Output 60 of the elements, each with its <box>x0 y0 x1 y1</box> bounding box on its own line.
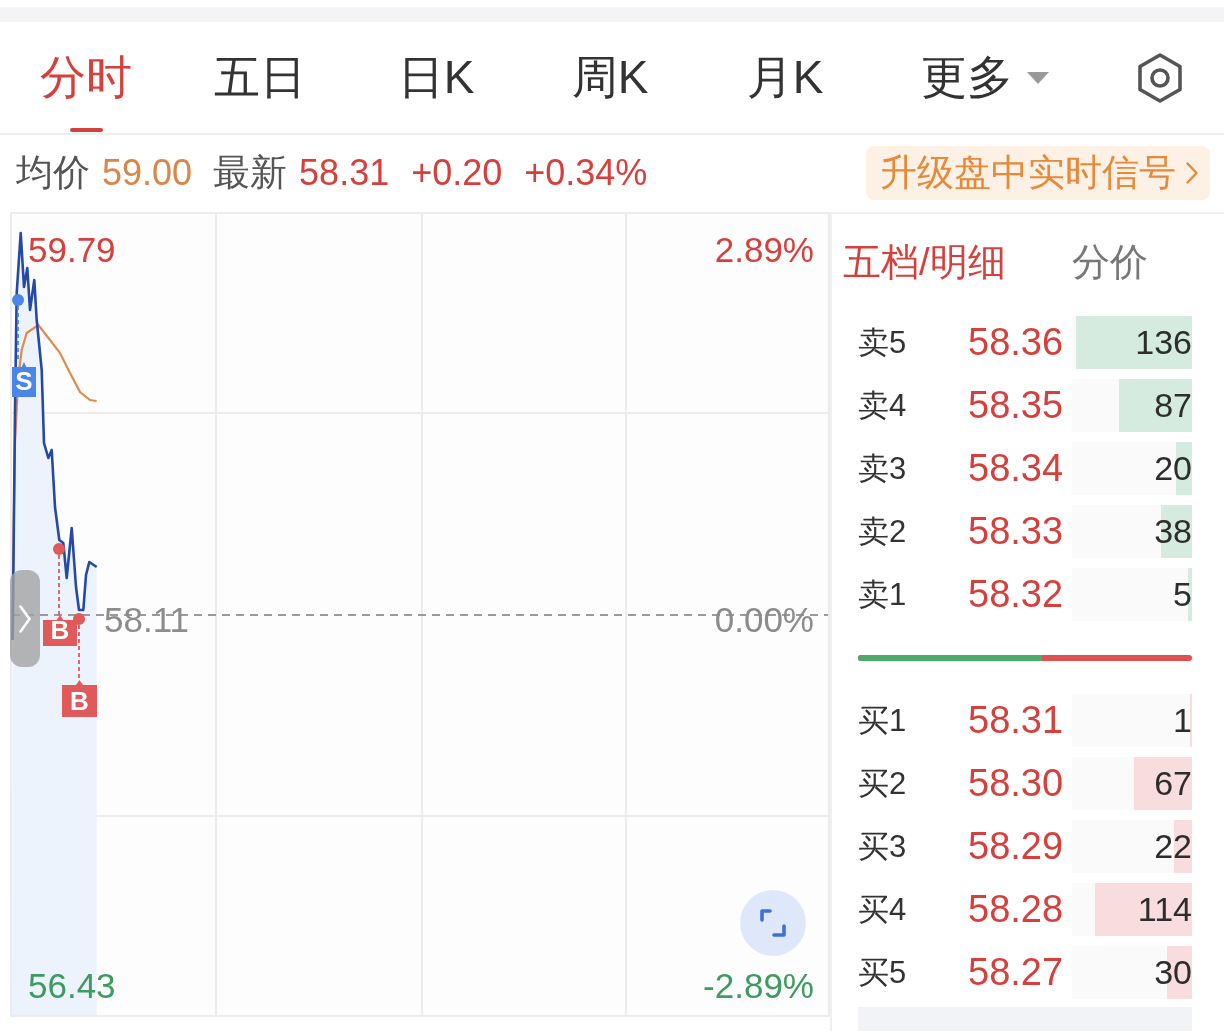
ask-label: 卖3 <box>858 449 908 488</box>
average-price-value: 59.00 <box>102 151 193 194</box>
ask-price: 58.34 <box>968 447 1065 490</box>
period-tab[interactable]: 更多 <box>874 22 1096 133</box>
volume-value: 87 <box>1154 386 1192 425</box>
percent-change: +0.34% <box>524 151 648 194</box>
ask-label: 卖1 <box>858 575 908 614</box>
trade-dot-icon <box>53 543 65 555</box>
ask-price: 58.35 <box>968 384 1065 427</box>
bid-price: 58.27 <box>968 951 1065 994</box>
leader-line <box>78 624 80 681</box>
period-tab[interactable]: 周K <box>524 22 696 133</box>
bid-label: 买3 <box>858 827 908 866</box>
settings-icon[interactable] <box>1136 51 1184 104</box>
chevron-right-icon <box>19 604 31 633</box>
order-book-tab[interactable]: 分价 <box>1071 237 1148 288</box>
price-change: +0.20 <box>411 151 503 194</box>
volume-value: 1 <box>1173 701 1192 740</box>
high-price-label: 59.79 <box>28 232 116 267</box>
chevron-right-icon <box>1186 161 1198 184</box>
ask-price: 58.33 <box>968 510 1065 553</box>
trade-dot-icon <box>12 294 24 306</box>
latest-price-value: 58.31 <box>299 151 390 194</box>
bid-label: 买4 <box>858 890 908 929</box>
bid-price: 58.28 <box>968 888 1065 931</box>
volume-value: 114 <box>1137 890 1192 929</box>
collapse-handle[interactable] <box>10 570 40 667</box>
ask-label: 卖2 <box>858 512 908 551</box>
bid-label: 买5 <box>858 953 908 992</box>
zero-percent-label: 0.00% <box>714 602 814 637</box>
bid-price: 58.30 <box>968 762 1065 805</box>
ask-price: 58.32 <box>968 573 1065 616</box>
bid-price: 58.29 <box>968 825 1065 868</box>
volume-value: 38 <box>1154 512 1192 551</box>
volume-value: 30 <box>1154 953 1192 992</box>
leader-line <box>58 554 60 616</box>
caret-icon <box>1027 71 1049 84</box>
fullscreen-icon <box>760 909 786 937</box>
period-tab[interactable]: 月K <box>696 22 874 133</box>
average-price-label: 均价 <box>16 150 90 195</box>
volume-value: 67 <box>1154 764 1192 803</box>
previous-close-label: 58.11 <box>104 602 189 637</box>
period-tab[interactable]: 分时 <box>0 22 172 133</box>
low-percent-label: -2.89% <box>703 968 814 1003</box>
volume-value: 22 <box>1154 827 1192 866</box>
volume-value: 5 <box>1173 575 1192 614</box>
high-percent-label: 2.89% <box>714 232 814 267</box>
latest-price-label: 最新 <box>213 150 288 195</box>
low-price-label: 56.43 <box>28 968 116 1003</box>
volume-value: 20 <box>1154 449 1192 488</box>
period-tab[interactable]: 五日 <box>172 22 348 133</box>
ask-label: 卖4 <box>858 386 908 425</box>
ask-label: 卖5 <box>858 323 908 362</box>
bid-label: 买2 <box>858 764 908 803</box>
bid-label: 买1 <box>858 701 908 740</box>
period-tab[interactable]: 日K <box>348 22 524 133</box>
volume-value: 136 <box>1135 323 1192 362</box>
bid-price: 58.31 <box>968 699 1065 742</box>
ask-price: 58.36 <box>968 321 1065 364</box>
order-book-tab[interactable]: 五档/明细 <box>843 237 1006 288</box>
